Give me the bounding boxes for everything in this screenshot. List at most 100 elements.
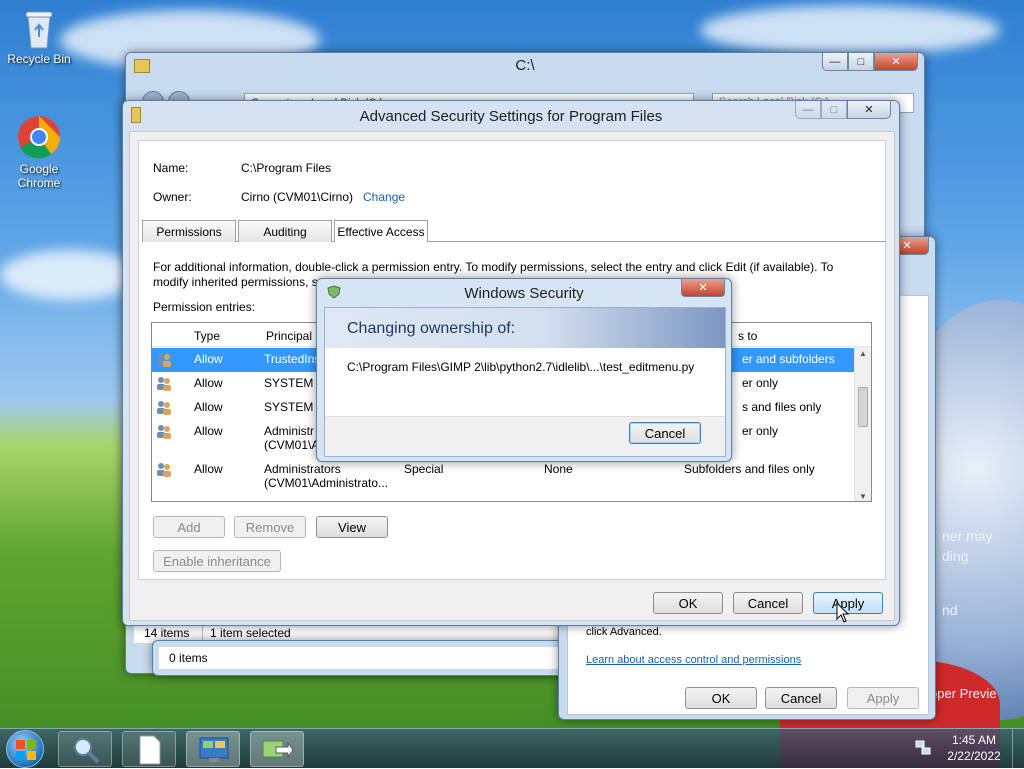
document-icon — [139, 735, 161, 765]
tab-effective-access[interactable]: Effective Access — [334, 220, 428, 242]
add-button[interactable]: Add — [153, 516, 225, 538]
cancel-button[interactable]: Cancel — [629, 422, 701, 444]
start-button[interactable] — [6, 730, 44, 768]
row-principal: Administr — [264, 424, 315, 438]
explorer-title: C:\ — [515, 57, 535, 74]
properties-hint-text: click Advanced. — [586, 626, 662, 638]
taskbar-file-copy-button[interactable] — [250, 731, 304, 767]
users-icon — [157, 463, 171, 477]
status-selected: 1 item selected — [210, 626, 291, 640]
users-icon — [157, 353, 171, 367]
row-applies-to: er and subfolders — [742, 352, 835, 366]
status-item-count: 14 items — [144, 626, 190, 640]
taskbar: 1:45 AM 2/22/2022 — [0, 728, 1024, 769]
dialog-content: Changing ownership of: C:\Program Files\… — [324, 307, 726, 457]
close-button[interactable]: ✕ — [847, 101, 891, 119]
view-button[interactable]: View — [316, 516, 388, 538]
maximize-button[interactable]: □ — [848, 53, 874, 71]
users-icon — [157, 425, 171, 439]
column-header-type[interactable]: Type — [194, 329, 220, 343]
windows-security-dialog[interactable]: Windows Security ✕ Changing ownership of… — [316, 278, 732, 462]
row-applies-to: Subfolders and files only — [684, 462, 815, 476]
row-principal-line2: (CVM01\Administrato... — [264, 476, 389, 490]
row-access: Special — [404, 462, 444, 476]
column-header-principal[interactable]: Principal — [266, 329, 312, 343]
explorer-window-secondary[interactable]: 0 items — [152, 640, 572, 676]
users-icon — [157, 401, 171, 415]
show-desktop-button[interactable] — [1012, 729, 1024, 769]
row-principal-line2: (CVM01\A — [264, 438, 320, 452]
enable-inheritance-button[interactable]: Enable inheritance — [153, 550, 281, 572]
chrome-icon — [16, 114, 62, 160]
scroll-up-arrow[interactable]: ▲ — [859, 349, 867, 358]
taskbar-control-panel-button[interactable] — [186, 731, 240, 767]
ownership-path: C:\Program Files\GIMP 2\lib\python2.7\id… — [347, 360, 695, 374]
row-applies-to: er only — [742, 424, 779, 438]
dialog-header-band: Changing ownership of: — [325, 308, 725, 348]
google-chrome-shortcut[interactable]: Google Chrome — [4, 114, 74, 190]
row-type: Allow — [194, 352, 223, 366]
row-type: Allow — [194, 376, 223, 390]
recycle-bin-shortcut[interactable]: Recycle Bin — [4, 6, 74, 66]
row-applies-to: s and files only — [742, 400, 822, 414]
windows-security-title: Windows Security — [464, 285, 584, 302]
row-applies-to: er only — [742, 376, 779, 390]
scroll-down-arrow[interactable]: ▼ — [859, 492, 867, 501]
name-value: C:\Program Files — [241, 161, 332, 175]
row-principal: SYSTEM — [264, 376, 314, 390]
minimize-button[interactable]: — — [795, 101, 821, 119]
row-type: Allow — [194, 400, 223, 414]
dialog-heading: Changing ownership of: — [347, 320, 516, 337]
scroll-thumb[interactable] — [858, 387, 868, 427]
google-chrome-label: Google Chrome — [17, 162, 61, 190]
windows-logo-icon — [16, 740, 36, 760]
mouse-cursor-icon — [836, 602, 850, 623]
network-tray-icon[interactable] — [914, 739, 932, 757]
advanced-security-title: Advanced Security Settings for Program F… — [359, 108, 663, 125]
owner-label: Owner: — [153, 190, 192, 204]
maximize-button[interactable]: □ — [821, 101, 847, 119]
cloud — [0, 250, 140, 300]
recycle-bin-icon — [22, 6, 56, 50]
vertical-scrollbar[interactable]: ▲ ▼ — [854, 347, 871, 501]
owner-value: Cirno (CVM01\Cirno) — [241, 190, 354, 204]
apply-button[interactable]: Apply — [847, 687, 919, 709]
taskbar-notepad-button[interactable] — [122, 731, 176, 767]
clock-time: 1:45 AM — [951, 733, 997, 747]
clock-date: 2/22/2022 — [947, 749, 1001, 763]
ok-button[interactable]: OK — [653, 592, 723, 614]
table-row[interactable]: Allow Administrators (CVM01\Administrato… — [152, 458, 855, 496]
tab-permissions[interactable]: Permissions — [142, 220, 236, 242]
close-button[interactable]: ✕ — [874, 53, 918, 71]
close-button[interactable]: ✕ — [681, 279, 725, 297]
users-icon — [157, 377, 171, 391]
status-item-count: 0 items — [169, 651, 208, 665]
permission-entries-label: Permission entries: — [153, 300, 256, 314]
secondary-status-bar: 0 items — [159, 647, 559, 669]
remove-button[interactable]: Remove — [234, 516, 306, 538]
row-type: Allow — [194, 462, 223, 476]
ok-button[interactable]: OK — [685, 687, 757, 709]
cancel-button[interactable]: Cancel — [733, 592, 803, 614]
row-principal: TrustedIns — [264, 352, 321, 366]
cancel-button[interactable]: Cancel — [765, 687, 837, 709]
background-text: ner may ding nd — [942, 528, 993, 618]
recycle-bin-label: Recycle Bin — [7, 52, 71, 66]
column-header-applies-to[interactable]: s to — [738, 329, 757, 343]
cloud — [700, 5, 1000, 55]
row-type: Allow — [194, 424, 223, 438]
file-transfer-icon — [262, 740, 294, 759]
taskbar-search-button[interactable] — [58, 731, 112, 767]
name-label: Name: — [153, 161, 189, 175]
magnifier-icon — [74, 738, 100, 764]
row-principal: SYSTEM — [264, 400, 314, 414]
background-text: oper Previe — [930, 686, 997, 701]
change-owner-link[interactable]: Change — [363, 190, 405, 204]
tab-auditing[interactable]: Auditing — [238, 220, 332, 242]
row-principal: Administrators — [264, 462, 341, 476]
system-clock[interactable]: 1:45 AM 2/22/2022 — [944, 732, 1004, 764]
minimize-button[interactable]: — — [822, 53, 848, 71]
access-control-link[interactable]: Learn about access control and permissio… — [586, 654, 801, 666]
control-panel-icon — [199, 737, 229, 762]
row-inherited-from: None — [544, 462, 573, 476]
